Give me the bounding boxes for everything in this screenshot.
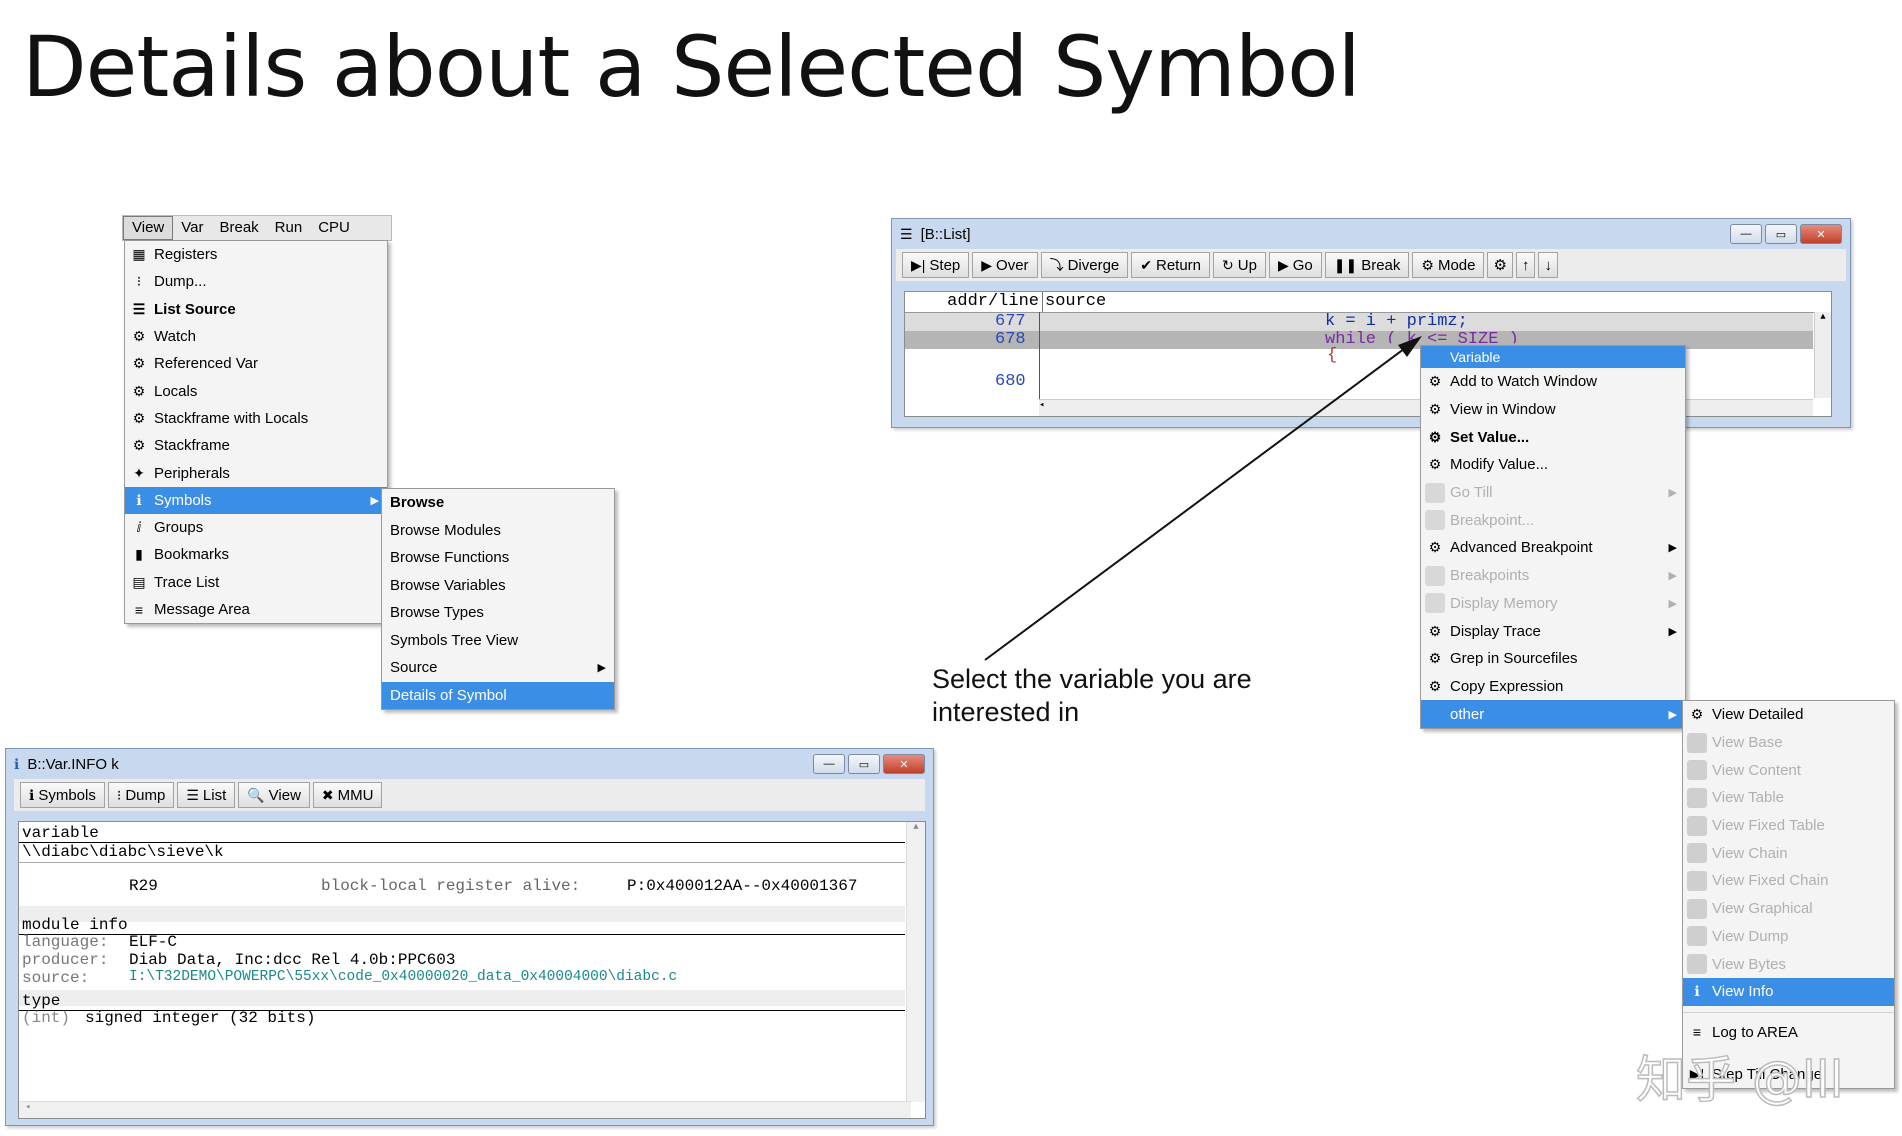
var-info-window-icon: ℹ (14, 755, 20, 772)
module-producer-key: producer: (22, 951, 109, 969)
module-source-key: source: (22, 969, 90, 987)
list-icon: ☰ (186, 786, 199, 803)
mmu-button[interactable]: ✖ MMU (312, 782, 383, 808)
symbols-button[interactable]: ℹ Symbols (20, 782, 105, 808)
section-type-header: type (22, 992, 61, 1010)
var-info-titlebar: ℹ B::Var.INFO k — ▭ ✕ (6, 749, 933, 779)
section-module-header: module info (22, 916, 128, 934)
watermark: 知乎 @lll (1635, 1050, 1844, 1110)
view-icon: 🔍 (247, 786, 265, 803)
list-button[interactable]: ☰ List (177, 782, 236, 808)
dump-button[interactable]: ⁝ Dump (107, 782, 175, 808)
register-range: P:0x400012AA--0x40001367 (627, 877, 858, 895)
type-value: signed integer (32 bits) (85, 1009, 316, 1027)
var-info-content: variable \\diabc\diabc\sieve\k R29 block… (18, 821, 926, 1119)
toolbar-button-label: Symbols (38, 786, 96, 804)
toolbar-button-label: Dump (125, 786, 166, 804)
toolbar-button-label: View (268, 786, 301, 804)
dump-icon: ⁝ (116, 786, 122, 803)
variable-path: \\diabc\diabc\sieve\k (22, 843, 224, 861)
toolbar-button-label: List (202, 786, 227, 804)
module-producer-value: Diab Data, Inc:dcc Rel 4.0b:PPC603 (129, 951, 456, 969)
module-source-value[interactable]: I:\T32DEMO\POWERPC\55xx\code_0x40000020_… (129, 969, 677, 985)
toolbar-button-label: MMU (337, 786, 374, 804)
register-name: R29 (129, 877, 158, 895)
type-prefix: (int) (22, 1009, 71, 1027)
mmu-icon: ✖ (321, 786, 334, 803)
var-info-window: ℹ B::Var.INFO k — ▭ ✕ ℹ Symbols ⁝ Dump ☰ List… (5, 748, 934, 1126)
maximize-button[interactable]: ▭ (848, 754, 880, 774)
module-language-value: ELF-C (129, 933, 178, 951)
horizontal-scrollbar[interactable]: ◂ (19, 1101, 911, 1118)
vertical-scrollbar[interactable]: ▲ (906, 822, 925, 1102)
close-button[interactable]: ✕ (883, 754, 925, 774)
var-info-window-title: B::Var.INFO k (27, 755, 119, 773)
var-info-toolbar: ℹ Symbols ⁝ Dump ☰ List 🔍 View ✖ MMU (14, 779, 925, 811)
symbols-icon: ℹ (29, 786, 35, 803)
register-info: block-local register alive: (321, 877, 581, 895)
module-language-key: language: (22, 933, 109, 951)
minimize-button[interactable]: — (813, 754, 845, 774)
view-button[interactable]: 🔍 View (238, 782, 310, 808)
section-variable-header: variable (22, 824, 99, 842)
